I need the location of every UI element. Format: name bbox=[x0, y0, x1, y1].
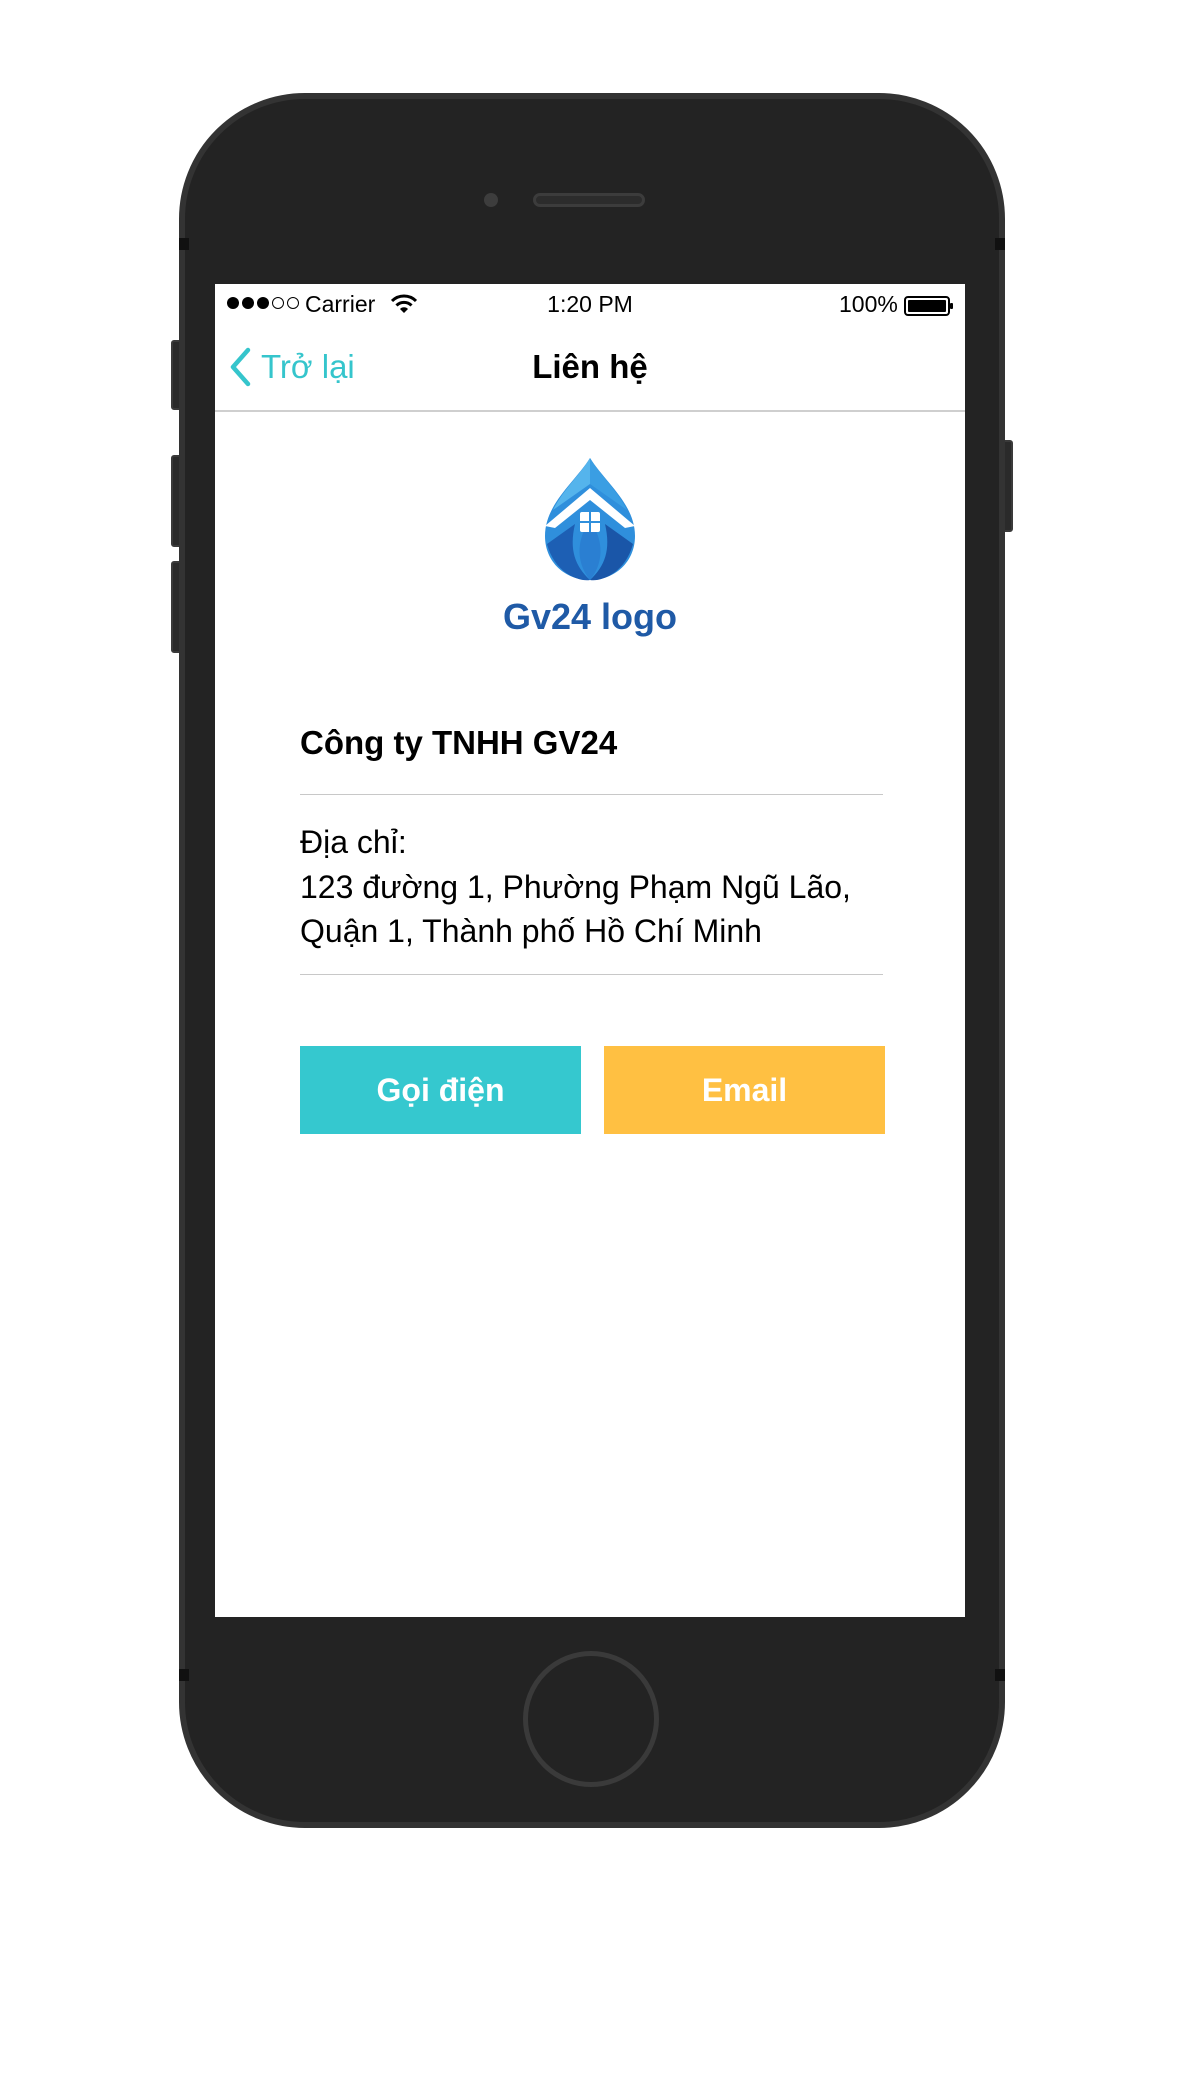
home-button[interactable] bbox=[523, 1651, 659, 1787]
antenna-band bbox=[995, 238, 1005, 250]
address-line-1: 123 đường 1, Phường Phạm Ngũ Lão, bbox=[300, 869, 851, 905]
antenna-band bbox=[995, 1669, 1005, 1681]
earpiece-speaker bbox=[533, 193, 645, 207]
call-button[interactable]: Gọi điện bbox=[300, 1046, 581, 1134]
company-name: Công ty TNHH GV24 bbox=[300, 724, 618, 761]
status-bar: Carrier 1:20 PM 100% bbox=[215, 284, 965, 324]
address-line-2: Quận 1, Thành phố Hồ Chí Minh bbox=[300, 913, 762, 949]
divider bbox=[300, 794, 883, 795]
address-label: Địa chỉ: bbox=[300, 824, 407, 860]
antenna-band bbox=[179, 238, 189, 250]
antenna-band bbox=[179, 1669, 189, 1681]
navigation-bar: Trở lại Liên hệ bbox=[215, 324, 965, 412]
front-camera bbox=[484, 193, 498, 207]
company-logo: Gv24 logo bbox=[215, 454, 965, 638]
logo-text: Gv24 logo bbox=[502, 596, 678, 637]
page-title: Liên hệ bbox=[532, 348, 648, 385]
divider bbox=[300, 974, 883, 975]
battery-percentage: 100% bbox=[839, 291, 898, 317]
app-screen: Carrier 1:20 PM 100% Trở lại Liên hệ Gv2… bbox=[215, 284, 965, 1617]
water-drop-house-icon bbox=[545, 458, 635, 581]
battery-icon bbox=[904, 296, 953, 316]
email-button[interactable]: Email bbox=[604, 1046, 885, 1134]
